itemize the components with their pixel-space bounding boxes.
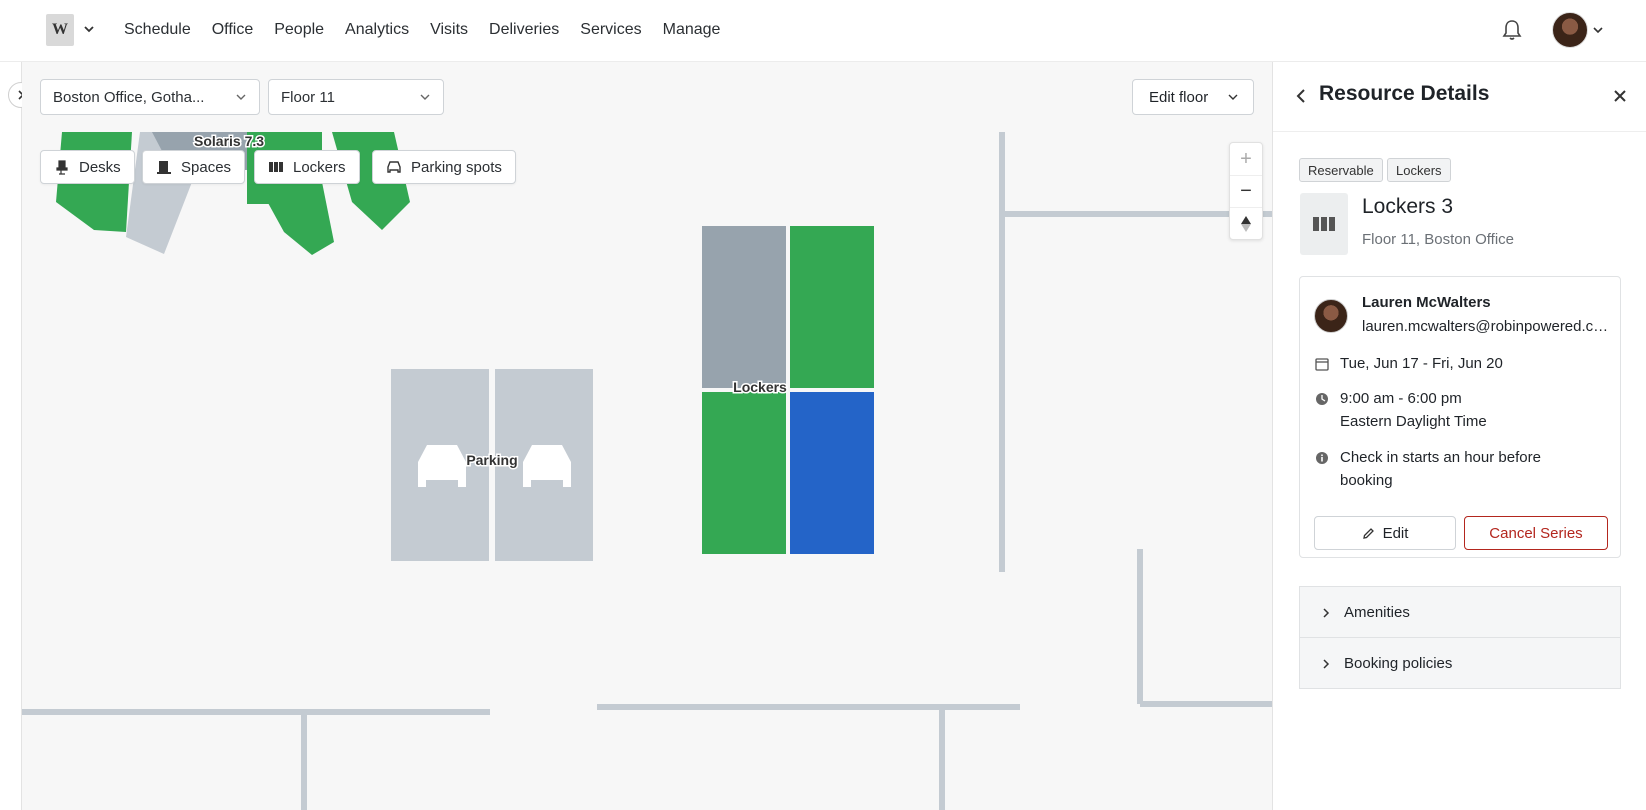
chevron-down-icon[interactable] [1592,24,1604,36]
desk [262,182,334,255]
close-icon[interactable] [1611,87,1629,105]
cancel-series-button[interactable]: Cancel Series [1464,516,1608,550]
filter-desks-label: Desks [79,158,121,176]
checkin-note: Check in starts an hour before [1340,449,1541,466]
accordion-amenities-label: Amenities [1344,603,1410,621]
chevron-right-icon [1323,659,1330,669]
top-navigation: W Schedule Office People Analytics Visit… [0,0,1646,62]
booking-time: 9:00 am - 6:00 pm [1340,390,1462,407]
reset-north-button[interactable] [1230,207,1262,239]
chevron-right-icon [1323,608,1330,618]
filter-desks[interactable]: Desks [40,150,135,184]
nav-deliveries[interactable]: Deliveries [489,18,559,42]
filter-lockers-label: Lockers [293,158,346,176]
company-logo[interactable]: W [46,14,74,46]
booking-card: Lauren McWalters lauren.mcwalters@robinp… [1299,276,1621,558]
locker-icon [269,162,283,172]
nav-office[interactable]: Office [212,18,254,42]
pencil-icon [1362,527,1374,539]
accordion-booking-policies-label: Booking policies [1344,654,1453,672]
car-icon [387,161,401,173]
tag-lockers: Lockers [1387,158,1451,182]
main-nav: Schedule Office People Analytics Visits … [124,18,720,42]
user-avatar[interactable] [1552,12,1588,48]
filter-parking-label: Parking spots [411,158,502,176]
calendar-icon [1315,358,1329,371]
accordion-amenities[interactable]: Amenities [1299,586,1621,638]
nav-manage[interactable]: Manage [663,18,721,42]
left-sidebar-collapsed [0,62,22,810]
door-icon [157,161,171,174]
checkin-note-cont: booking [1340,472,1393,489]
resource-location: Floor 11, Boston Office [1362,231,1515,248]
chevron-down-icon [420,94,430,100]
clock-icon [1316,393,1328,405]
panel-title: Resource Details [1319,82,1490,105]
nav-schedule[interactable]: Schedule [124,18,191,42]
panel-header: Resource Details [1273,62,1646,132]
tag-reservable: Reservable [1299,158,1383,182]
chair-icon [56,160,68,175]
locker-4 [702,392,786,554]
avatar [1314,299,1348,333]
zoom-out-button[interactable]: − [1230,175,1262,207]
locker-1 [702,226,786,388]
filter-parking-spots[interactable]: Parking spots [372,150,516,184]
nav-analytics[interactable]: Analytics [345,18,409,42]
locker-2 [790,226,874,388]
map-label-lockers: Lockers [733,379,787,395]
chevron-down-icon [236,94,246,100]
booking-user-name: Lauren McWalters [1362,294,1491,311]
booking-dates: Tue, Jun 17 - Fri, Jun 20 [1340,355,1503,372]
filter-lockers[interactable]: Lockers [254,150,360,184]
resource-name: Lockers 3 [1362,195,1454,218]
compass-icon [1241,215,1251,232]
map-label-parking: Parking [466,452,517,468]
zoom-controls: + − [1229,142,1263,240]
locker-bank[interactable] [702,226,874,554]
floor-select-value: Floor 11 [281,88,335,106]
building-select[interactable]: Boston Office, Gotha... [40,79,260,115]
floor-select[interactable]: Floor 11 [268,79,444,115]
bell-icon[interactable] [1500,18,1524,42]
chevron-down-icon[interactable] [82,22,96,36]
back-arrow-icon[interactable] [1293,87,1311,105]
booking-user-email: lauren.mcwalters@robinpowered.com [1362,318,1610,335]
resource-details-panel: Resource Details Reservable Lockers Lock… [1272,62,1646,810]
chevron-down-icon [1228,94,1238,100]
edit-booking-button[interactable]: Edit [1314,516,1456,550]
booking-timezone: Eastern Daylight Time [1340,413,1487,430]
locker-3-selected [790,392,874,554]
accordion-booking-policies[interactable]: Booking policies [1299,637,1621,689]
info-icon [1316,452,1328,464]
walls [22,132,1272,810]
nav-visits[interactable]: Visits [430,18,468,42]
building-select-value: Boston Office, Gotha... [53,88,205,106]
edit-floor-label: Edit floor [1149,88,1209,106]
map-label-solaris: Solaris 7.3 [194,133,264,149]
filter-spaces[interactable]: Spaces [142,150,246,184]
filter-spaces-label: Spaces [181,158,232,176]
zoom-in-button[interactable]: + [1230,143,1262,175]
edit-label: Edit [1382,524,1409,542]
edit-floor-button[interactable]: Edit floor [1132,79,1254,115]
nav-people[interactable]: People [274,18,324,42]
nav-services[interactable]: Services [580,18,641,42]
locker-icon [1300,193,1348,255]
